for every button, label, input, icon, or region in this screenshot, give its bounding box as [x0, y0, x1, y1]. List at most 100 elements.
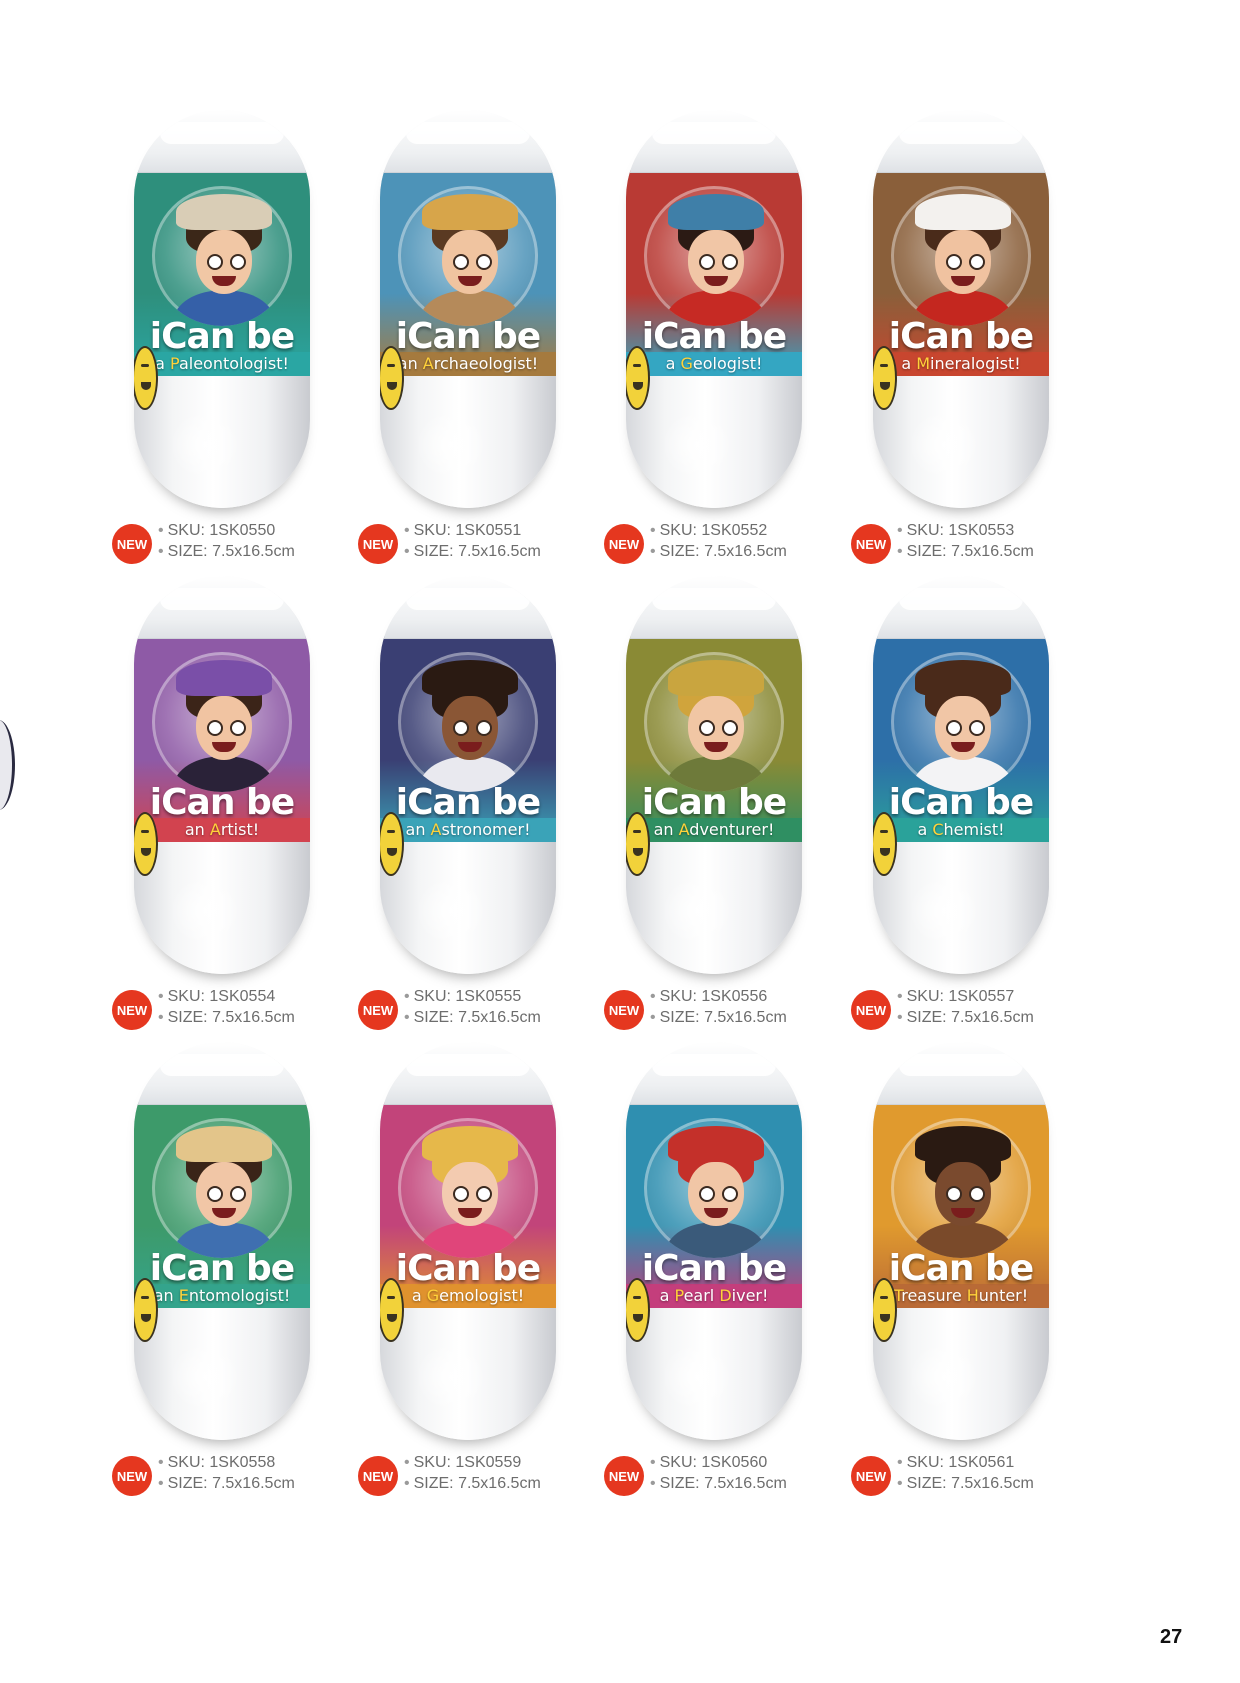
product-card-1[interactable]: iCan be a Paleontologist! NEW • SKU: 1SK0…	[112, 110, 372, 570]
product-label: iCan be a Paleontologist!	[134, 170, 310, 376]
capsule-lid	[134, 1042, 310, 1105]
product-label: iCan be a Chemist!	[873, 636, 1049, 842]
character-eye	[699, 1186, 715, 1202]
product-card-12[interactable]: iCan be Treasure Hunter! NEW • SKU: 1SK05…	[851, 1042, 1111, 1502]
product-label: iCan be an Entomologist!	[134, 1102, 310, 1308]
new-badge: NEW	[358, 1456, 398, 1496]
product-card-10[interactable]: iCan be a Gemologist! NEW • SKU: 1SK0559 …	[358, 1042, 618, 1502]
product-title: a Pearl Diver!	[659, 1286, 769, 1305]
character-eye	[207, 720, 223, 736]
product-card-4[interactable]: iCan be a Mineralogist! NEW • SKU: 1SK055…	[851, 110, 1111, 570]
capsule-lid	[626, 110, 802, 173]
product-capsule-image: iCan be a Pearl Diver!	[626, 1042, 802, 1440]
smiley-icon	[134, 346, 158, 410]
character-portrait	[152, 652, 292, 792]
character-eye	[946, 254, 962, 270]
product-card-5[interactable]: iCan be an Artist! NEW • SKU: 1SK0554 • SI…	[112, 576, 372, 1036]
product-title: a Gemologist!	[411, 1286, 525, 1305]
brand-logo: iCan be	[149, 1248, 295, 1289]
product-card-8[interactable]: iCan be a Chemist! NEW • SKU: 1SK0557 • SI…	[851, 576, 1111, 1036]
character-eye	[453, 720, 469, 736]
product-card-2[interactable]: iCan be an Archaeologist! NEW • SKU: 1SK0…	[358, 110, 618, 570]
product-label: iCan be a Mineralogist!	[873, 170, 1049, 376]
character-hat	[176, 1126, 272, 1162]
capsule-lid	[626, 576, 802, 639]
smiley-icon	[626, 812, 650, 876]
character-hat	[422, 194, 518, 230]
capsule-lid	[626, 1042, 802, 1105]
product-title: an Artist!	[184, 820, 260, 839]
character-eye	[453, 1186, 469, 1202]
product-info: NEW • SKU: 1SK0559 • SIZE: 7.5x16.5cm	[358, 1454, 618, 1498]
product-sku: • SKU: 1SK0560	[650, 1454, 768, 1471]
character-portrait	[152, 186, 292, 326]
brand-logo: iCan be	[149, 316, 295, 357]
product-title: an Entomologist!	[153, 1286, 291, 1305]
capsule-lid	[380, 1042, 556, 1105]
product-label: iCan be an Astronomer!	[380, 636, 556, 842]
character-portrait	[644, 186, 784, 326]
product-info: NEW • SKU: 1SK0550 • SIZE: 7.5x16.5cm	[112, 522, 372, 566]
product-sku: • SKU: 1SK0558	[158, 1454, 276, 1471]
new-badge: NEW	[604, 524, 644, 564]
product-card-9[interactable]: iCan be an Entomologist! NEW • SKU: 1SK05…	[112, 1042, 372, 1502]
capsule-lid	[134, 576, 310, 639]
product-label: iCan be an Artist!	[134, 636, 310, 842]
product-size: • SIZE: 7.5x16.5cm	[404, 543, 541, 560]
product-sku: • SKU: 1SK0555	[404, 988, 522, 1005]
character-hat	[915, 194, 1011, 230]
product-info: NEW • SKU: 1SK0556 • SIZE: 7.5x16.5cm	[604, 988, 864, 1032]
brand-logo: iCan be	[395, 782, 541, 823]
product-capsule-image: iCan be an Archaeologist!	[380, 110, 556, 508]
product-sku: • SKU: 1SK0557	[897, 988, 1015, 1005]
new-badge: NEW	[851, 990, 891, 1030]
character-hat	[422, 1126, 518, 1162]
smiley-icon	[873, 812, 897, 876]
character-eye	[969, 1186, 985, 1202]
character-eye	[230, 254, 246, 270]
smiley-icon	[380, 1278, 404, 1342]
product-info: NEW • SKU: 1SK0552 • SIZE: 7.5x16.5cm	[604, 522, 864, 566]
new-badge: NEW	[112, 524, 152, 564]
character-eye	[230, 720, 246, 736]
character-portrait	[891, 652, 1031, 792]
product-card-7[interactable]: iCan be an Adventurer! NEW • SKU: 1SK0556…	[604, 576, 864, 1036]
character-portrait	[398, 652, 538, 792]
character-hat	[422, 660, 518, 696]
brand-logo: iCan be	[888, 316, 1034, 357]
smiley-icon	[380, 346, 404, 410]
character-portrait	[891, 186, 1031, 326]
character-hat	[176, 194, 272, 230]
product-sku: • SKU: 1SK0552	[650, 522, 768, 539]
capsule-lid	[380, 576, 556, 639]
product-capsule-image: iCan be a Paleontologist!	[134, 110, 310, 508]
smiley-icon	[873, 1278, 897, 1342]
character-portrait	[644, 1118, 784, 1258]
product-grid: iCan be a Paleontologist! NEW • SKU: 1SK0…	[0, 0, 1240, 1683]
capsule-lid	[134, 110, 310, 173]
product-size: • SIZE: 7.5x16.5cm	[158, 543, 295, 560]
character-eye	[476, 720, 492, 736]
product-capsule-image: iCan be a Mineralogist!	[873, 110, 1049, 508]
product-title: a Geologist!	[665, 354, 763, 373]
product-size: • SIZE: 7.5x16.5cm	[650, 1475, 787, 1492]
product-size: • SIZE: 7.5x16.5cm	[404, 1475, 541, 1492]
product-card-3[interactable]: iCan be a Geologist! NEW • SKU: 1SK0552 •…	[604, 110, 864, 570]
product-card-11[interactable]: iCan be a Pearl Diver! NEW • SKU: 1SK0560…	[604, 1042, 864, 1502]
character-hat	[668, 1126, 764, 1162]
capsule-lid	[873, 110, 1049, 173]
brand-logo: iCan be	[888, 1248, 1034, 1289]
product-card-6[interactable]: iCan be an Astronomer! NEW • SKU: 1SK0555…	[358, 576, 618, 1036]
smiley-icon	[873, 346, 897, 410]
brand-logo: iCan be	[641, 782, 787, 823]
product-size: • SIZE: 7.5x16.5cm	[897, 1475, 1034, 1492]
product-size: • SIZE: 7.5x16.5cm	[650, 1009, 787, 1026]
new-badge: NEW	[112, 990, 152, 1030]
product-title: an Archaeologist!	[397, 354, 539, 373]
product-sku: • SKU: 1SK0550	[158, 522, 276, 539]
product-title: a Paleontologist!	[155, 354, 289, 373]
character-eye	[699, 254, 715, 270]
brand-logo: iCan be	[641, 1248, 787, 1289]
new-badge: NEW	[358, 990, 398, 1030]
brand-logo: iCan be	[641, 316, 787, 357]
